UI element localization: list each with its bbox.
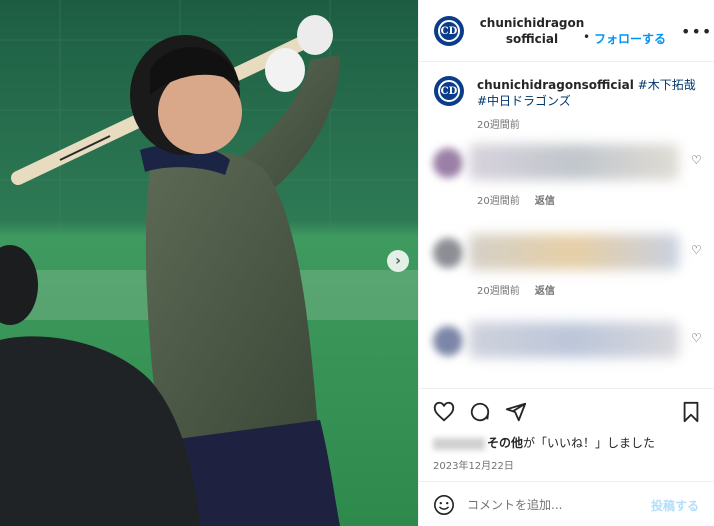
blurred-comment-text xyxy=(469,322,679,358)
reply-button[interactable]: 返信 xyxy=(535,196,555,207)
caption-avatar[interactable]: CD xyxy=(434,76,464,106)
blurred-comment-text xyxy=(469,144,679,180)
comment-item: ♡ 20週間前 返信 xyxy=(419,230,714,310)
post-date: 2023年12月22日 xyxy=(433,461,514,472)
comment-timestamp: 20週間前 xyxy=(477,286,520,297)
bookmark-icon[interactable] xyxy=(681,401,701,423)
heart-icon[interactable]: ♡ xyxy=(691,243,702,257)
more-options-icon[interactable]: ••• xyxy=(681,22,712,41)
comment-avatar[interactable] xyxy=(433,238,463,268)
follow-button[interactable]: フォローする xyxy=(594,30,666,47)
post-side-panel: CD chunichidragonsofficial • フォローする ••• … xyxy=(418,0,714,526)
comment-avatar[interactable] xyxy=(433,148,463,178)
comment-item: ♡ xyxy=(419,318,714,398)
like-heart-icon[interactable] xyxy=(433,401,455,423)
batting-practice-image xyxy=(0,0,418,526)
emoji-icon[interactable] xyxy=(433,494,455,516)
post-comment-button[interactable]: 投稿する xyxy=(651,497,699,514)
heart-icon[interactable]: ♡ xyxy=(691,331,702,345)
avatar[interactable]: CD xyxy=(434,16,464,46)
blurred-liker-name xyxy=(433,437,485,450)
post-photo: › xyxy=(0,0,418,526)
reply-button[interactable]: 返信 xyxy=(535,286,555,297)
comment-meta: 20週間前 返信 xyxy=(477,192,567,207)
separator-dot: • xyxy=(583,30,591,44)
comment-item: ♡ 20週間前 返信 xyxy=(419,140,714,220)
hashtag-link[interactable]: #木下拓哉 xyxy=(638,78,696,92)
dragons-logo-icon: CD xyxy=(438,80,460,102)
blurred-comment-text xyxy=(469,234,679,270)
caption-text: chunichidragonsofficial #木下拓哉 #中日ドラゴンズ xyxy=(477,77,709,109)
comment-avatar[interactable] xyxy=(433,326,463,356)
caption-username[interactable]: chunichidragonsofficial xyxy=(477,78,634,92)
comment-input[interactable] xyxy=(467,494,637,516)
add-comment-bar: 投稿する xyxy=(419,481,714,526)
likes-others-link[interactable]: その他 xyxy=(487,436,523,450)
heart-icon[interactable]: ♡ xyxy=(691,153,702,167)
header-username[interactable]: chunichidragonsofficial xyxy=(477,15,587,47)
comment-meta: 20週間前 返信 xyxy=(477,282,567,297)
comment-bubble-icon[interactable] xyxy=(469,401,491,423)
likes-suffix: が「いいね！」しました xyxy=(523,436,656,450)
post-header: CD chunichidragonsofficial • フォローする ••• xyxy=(419,0,714,62)
chevron-right-icon: › xyxy=(395,253,401,269)
post-actions: その他が「いいね！」しました 2023年12月22日 投稿する xyxy=(419,388,714,526)
comment-timestamp: 20週間前 xyxy=(477,196,520,207)
likes-summary: その他が「いいね！」しました xyxy=(433,435,655,451)
share-paper-plane-icon[interactable] xyxy=(505,401,527,423)
next-image-button[interactable]: › xyxy=(387,250,409,272)
hashtag-link[interactable]: #中日ドラゴンズ xyxy=(477,94,571,108)
dragons-logo-icon: CD xyxy=(438,20,460,42)
caption-timestamp: 20週間前 xyxy=(477,120,520,131)
